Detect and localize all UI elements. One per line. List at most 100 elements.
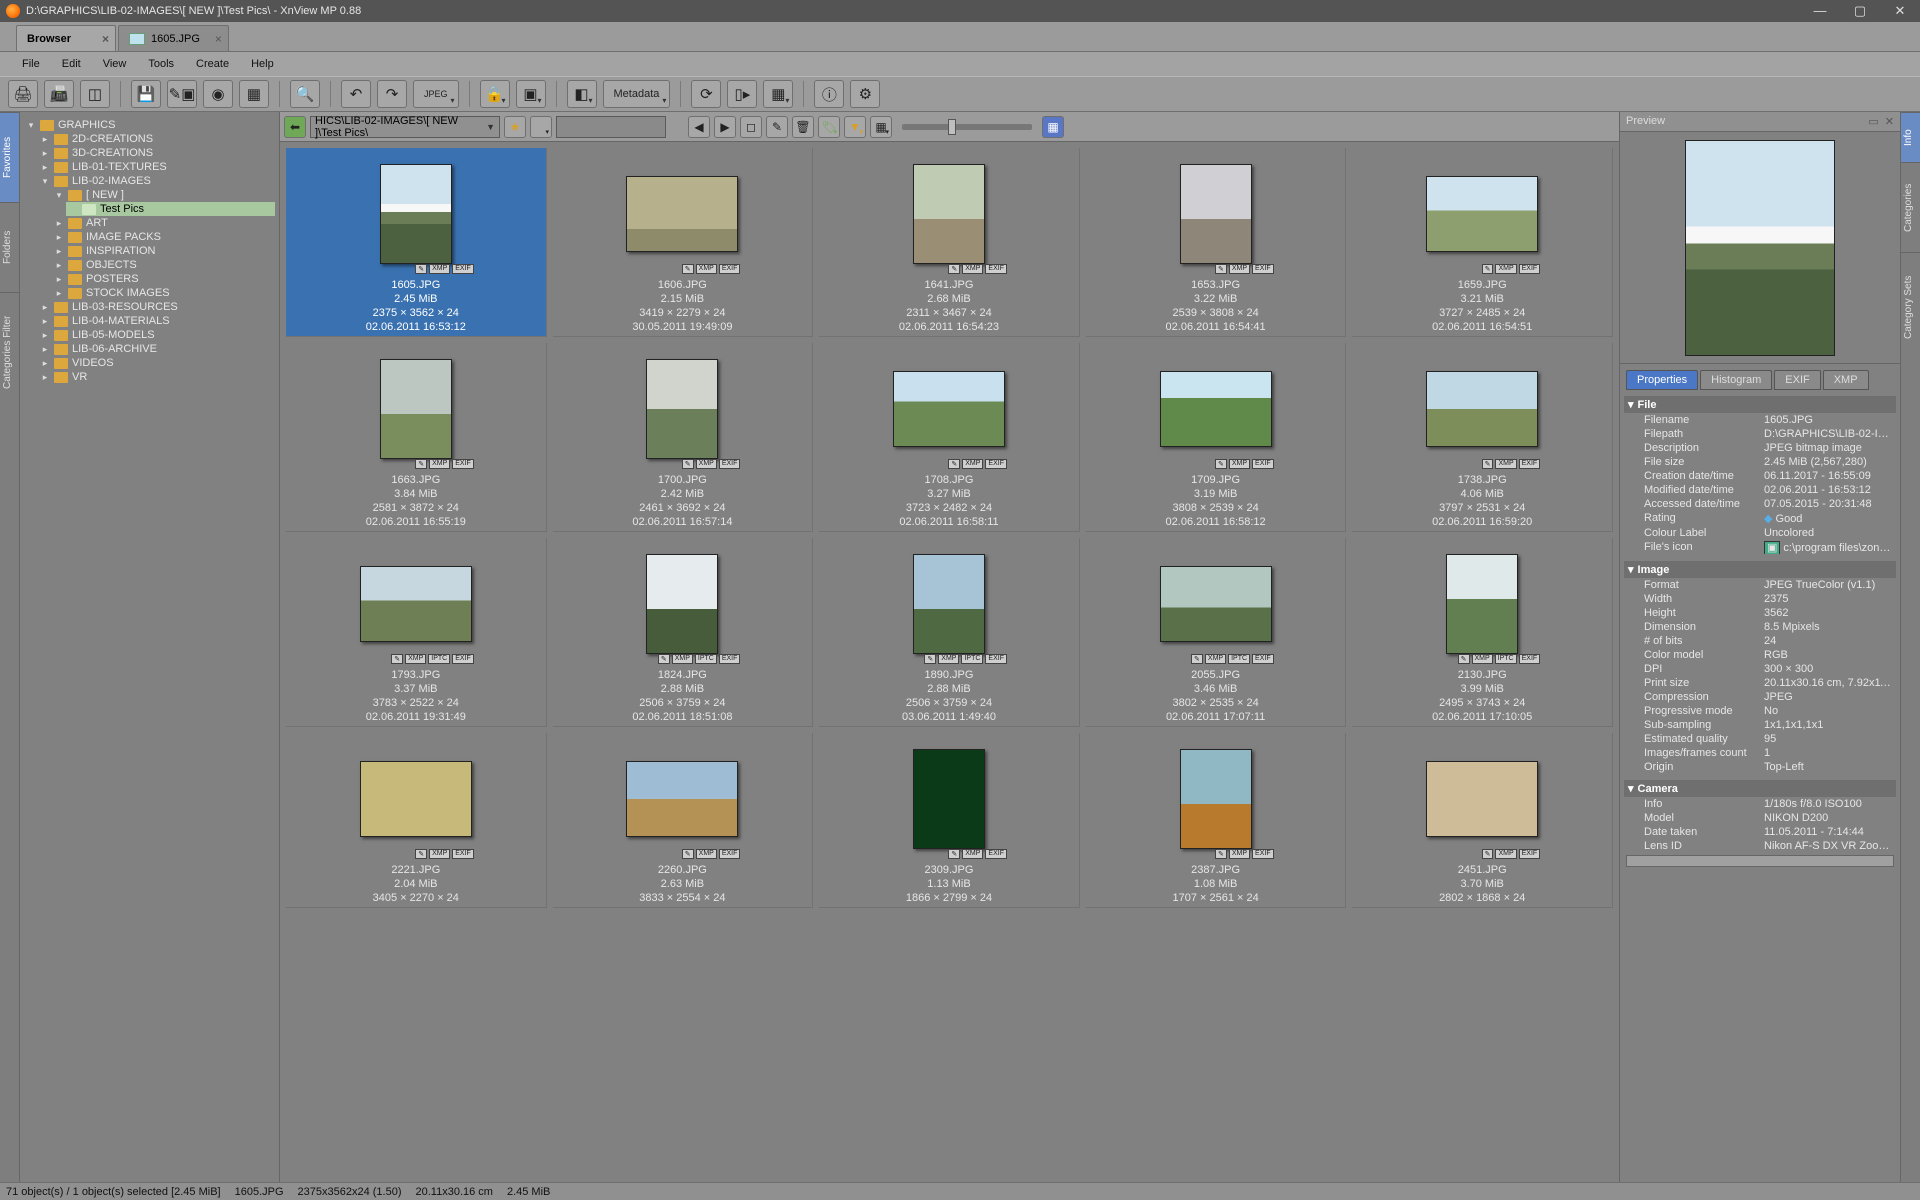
favorite-dropdown[interactable] — [530, 116, 552, 138]
quick-search-input[interactable] — [556, 116, 666, 138]
nav-up-button[interactable]: ⬅ — [284, 116, 306, 138]
thumbnail-cell[interactable]: ✎XMPIPTCEXIF1890.JPG2.88 MiB2506 × 3759 … — [819, 538, 1080, 727]
about-button[interactable]: ⓘ — [814, 80, 844, 108]
history-back-button[interactable]: ◀ — [688, 116, 710, 138]
tab-histogram[interactable]: Histogram — [1700, 370, 1772, 390]
thumbnail-cell[interactable]: ✎XMPIPTCEXIF1824.JPG2.88 MiB2506 × 3759 … — [553, 538, 814, 727]
prop-group-file[interactable]: ▾File — [1624, 396, 1896, 413]
settings-button[interactable]: ⚙ — [850, 80, 880, 108]
thumbnail-cell[interactable]: ✎XMPEXIF1700.JPG2.42 MiB2461 × 3692 × 24… — [553, 343, 814, 532]
tag-add-dropdown[interactable]: 🏷 — [818, 116, 840, 138]
edit-badge: ✎ — [948, 459, 960, 469]
select-all-button[interactable]: ◻ — [740, 116, 762, 138]
exif-badge: EXIF — [719, 849, 741, 859]
redo-button[interactable]: ↷ — [377, 80, 407, 108]
menu-view[interactable]: View — [93, 55, 137, 73]
thumbnail-cell[interactable]: ✎XMPEXIF2387.JPG1.08 MiB1707 × 2561 × 24 — [1086, 733, 1347, 908]
window-maximize-button[interactable]: ▢ — [1840, 0, 1880, 22]
tag-dropdown[interactable]: ▣ — [516, 80, 546, 108]
menu-tools[interactable]: Tools — [138, 55, 184, 73]
close-icon[interactable]: ✕ — [1885, 115, 1894, 128]
exif-badge: EXIF — [719, 459, 741, 469]
folder-tree[interactable]: ▾GRAPHICS ▸2D-CREATIONS ▸3D-CREATIONS ▸L… — [24, 118, 275, 384]
menu-edit[interactable]: Edit — [52, 55, 91, 73]
path-combobox[interactable]: HICS\LIB-02-IMAGES\[ NEW ]\Test Pics\▼ — [310, 116, 500, 138]
undo-button[interactable]: ↶ — [341, 80, 371, 108]
refresh-button[interactable]: ⟳ — [691, 80, 721, 108]
edit-badge: ✎ — [391, 654, 403, 664]
thumbnail-cell[interactable]: ✎XMPIPTCEXIF2130.JPG3.99 MiB2495 × 3743 … — [1352, 538, 1613, 727]
menu-create[interactable]: Create — [186, 55, 239, 73]
thumbnail-caption: 2055.JPG3.46 MiB3802 × 2535 × 2402.06.20… — [1166, 668, 1265, 724]
close-icon[interactable]: × — [102, 32, 109, 46]
slideshow-button[interactable]: ◉ — [203, 80, 233, 108]
filter-dropdown[interactable]: ▼ — [844, 116, 866, 138]
thumbnail-caption: 1824.JPG2.88 MiB2506 × 3759 × 2402.06.20… — [632, 668, 732, 724]
rename-button[interactable]: ✎ — [766, 116, 788, 138]
compare-button[interactable]: ◫ — [80, 80, 110, 108]
thumbnail-cell[interactable]: ✎XMPEXIF1605.JPG2.45 MiB2375 × 3562 × 24… — [286, 148, 547, 337]
layout-button[interactable]: ▦ — [1042, 116, 1064, 138]
close-icon[interactable]: × — [215, 32, 222, 46]
properties-panel[interactable]: ▾File Filename1605.JPG FilepathD:\GRAPHI… — [1620, 390, 1900, 1182]
undock-icon[interactable]: ▭ — [1868, 115, 1878, 128]
thumbnail-cell[interactable]: ✎XMPEXIF1606.JPG2.15 MiB3419 × 2279 × 24… — [553, 148, 814, 337]
left-sidebar-tabs: Favorites Folders Categories Filter — [0, 112, 20, 1182]
tab-image-1605[interactable]: 1605.JPG × — [118, 25, 229, 51]
lock-dropdown[interactable]: 🔒 — [480, 80, 510, 108]
scanner-button[interactable]: 📠 — [44, 80, 74, 108]
print-button[interactable]: 🖨 — [8, 80, 38, 108]
window-close-button[interactable]: ✕ — [1880, 0, 1920, 22]
sidetab-folders[interactable]: Folders — [0, 202, 19, 292]
window-minimize-button[interactable]: — — [1800, 0, 1840, 22]
thumbnail-area[interactable]: ✎XMPEXIF1605.JPG2.45 MiB2375 × 3562 × 24… — [280, 142, 1619, 1182]
tab-exif[interactable]: EXIF — [1774, 370, 1820, 390]
thumbnail-cell[interactable]: ✎XMPEXIF1659.JPG3.21 MiB3727 × 2485 × 24… — [1352, 148, 1613, 337]
favorite-star-button[interactable]: ★ — [504, 116, 526, 138]
thumbnail-cell[interactable]: ✎XMPEXIF1641.JPG2.68 MiB2311 × 3467 × 24… — [819, 148, 1080, 337]
sort-dropdown[interactable]: ▦ — [870, 116, 892, 138]
tree-node-test-pics[interactable]: Test Pics — [66, 202, 275, 216]
sidetab-categories-filter[interactable]: Categories Filter — [0, 292, 19, 412]
edit-button[interactable]: ✎▣ — [167, 80, 197, 108]
app-icon — [6, 4, 20, 18]
horizontal-scrollbar[interactable] — [1626, 855, 1894, 867]
sidetab-info[interactable]: Info — [1901, 112, 1920, 162]
menu-file[interactable]: File — [12, 55, 50, 73]
exif-badge: EXIF — [985, 849, 1007, 859]
tab-properties[interactable]: Properties — [1626, 370, 1698, 390]
exif-badge: EXIF — [1252, 264, 1274, 274]
contact-sheet-button[interactable]: ▦ — [239, 80, 269, 108]
thumbnail-cell[interactable]: ✎XMPEXIF1663.JPG3.84 MiB2581 × 3872 × 24… — [286, 343, 547, 532]
search-button[interactable]: 🔍 — [290, 80, 320, 108]
thumbnail-cell[interactable]: ✎XMPEXIF1708.JPG3.27 MiB3723 × 2482 × 24… — [819, 343, 1080, 532]
thumbnail-cell[interactable]: ✎XMPEXIF1653.JPG3.22 MiB2539 × 3808 × 24… — [1086, 148, 1347, 337]
view-mode-dropdown[interactable]: ▦ — [763, 80, 793, 108]
jpeg-dropdown[interactable]: JPEG — [413, 80, 459, 108]
prop-group-image[interactable]: ▾Image — [1624, 561, 1896, 578]
sidetab-category-sets[interactable]: Category Sets — [1901, 252, 1920, 362]
color-label-dropdown[interactable]: ◧ — [567, 80, 597, 108]
history-fwd-button[interactable]: ▶ — [714, 116, 736, 138]
copy-to-button[interactable]: ▯▸ — [727, 80, 757, 108]
tab-xmp[interactable]: XMP — [1823, 370, 1869, 390]
tab-browser[interactable]: Browser × — [16, 25, 116, 51]
thumbnail-cell[interactable]: ✎XMPEXIF2260.JPG2.63 MiB3833 × 2554 × 24 — [553, 733, 814, 908]
save-button[interactable]: 💾 — [131, 80, 161, 108]
info-tabstrip: Properties Histogram EXIF XMP — [1620, 364, 1900, 390]
thumbnail-cell[interactable]: ✎XMPEXIF2221.JPG2.04 MiB3405 × 2270 × 24 — [286, 733, 547, 908]
metadata-dropdown[interactable]: Metadata — [603, 80, 671, 108]
thumbnail-cell[interactable]: ✎XMPEXIF2451.JPG3.70 MiB2802 × 1868 × 24 — [1352, 733, 1613, 908]
thumbnail-cell[interactable]: ✎XMPEXIF2309.JPG1.13 MiB1866 × 2799 × 24 — [819, 733, 1080, 908]
thumbnail-cell[interactable]: ✎XMPIPTCEXIF1793.JPG3.37 MiB3783 × 2522 … — [286, 538, 547, 727]
thumbnail-caption: 1738.JPG4.06 MiB3797 × 2531 × 2402.06.20… — [1432, 473, 1532, 529]
thumb-size-slider[interactable] — [902, 124, 1032, 130]
thumbnail-cell[interactable]: ✎XMPEXIF1738.JPG4.06 MiB3797 × 2531 × 24… — [1352, 343, 1613, 532]
sidetab-categories[interactable]: Categories — [1901, 162, 1920, 252]
sidetab-favorites[interactable]: Favorites — [0, 112, 19, 202]
thumbnail-cell[interactable]: ✎XMPIPTCEXIF2055.JPG3.46 MiB3802 × 2535 … — [1086, 538, 1347, 727]
prop-group-camera[interactable]: ▾Camera — [1624, 780, 1896, 797]
delete-button[interactable]: 🗑 — [792, 116, 814, 138]
thumbnail-cell[interactable]: ✎XMPEXIF1709.JPG3.19 MiB3808 × 2539 × 24… — [1086, 343, 1347, 532]
menu-help[interactable]: Help — [241, 55, 284, 73]
